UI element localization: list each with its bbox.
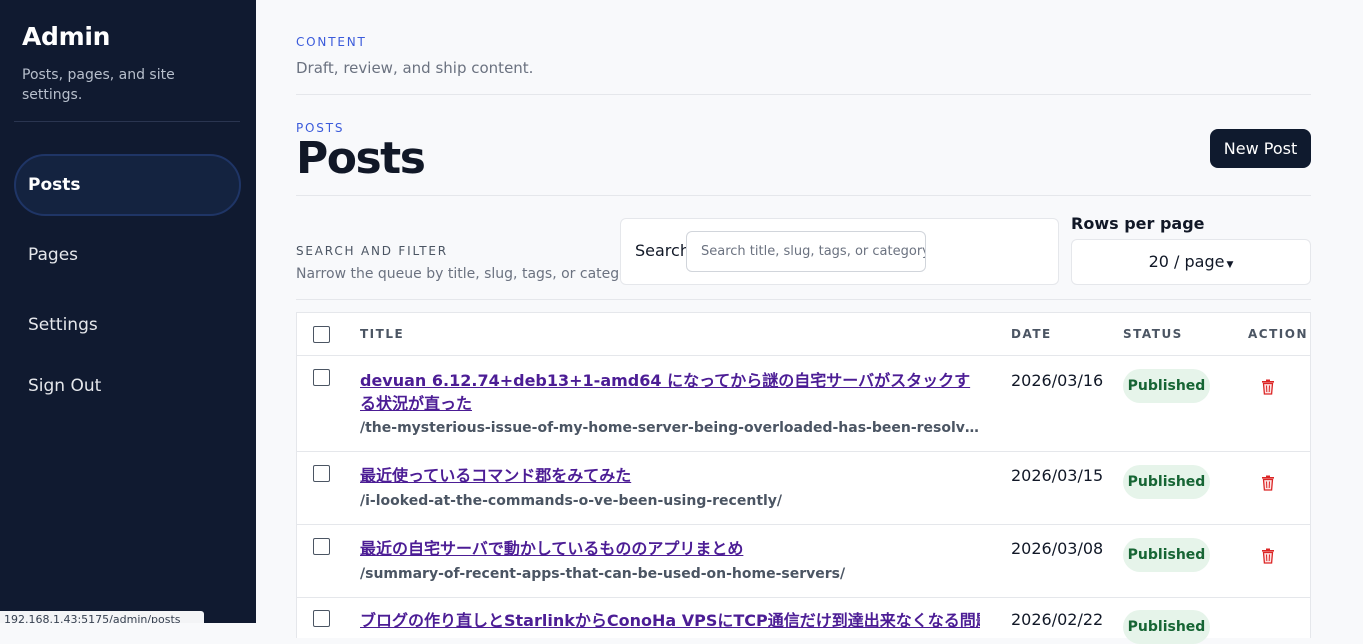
post-title-link[interactable]: ブログの作り直しとStarlinkからConoHa VPSにTCP通信だけ到達出… [360,609,980,632]
post-date: 2026/03/15 [1011,466,1103,485]
column-action: ACTION [1248,327,1308,341]
page-title: Posts [296,133,424,184]
rows-per-page-select[interactable]: 20 / page▼ [1071,239,1311,285]
trash-icon[interactable] [1261,379,1275,395]
brand-subtitle: Posts, pages, and site settings. [22,65,212,105]
sidebar-item-pages[interactable]: Pages [14,224,241,286]
column-date: DATE [1011,327,1052,341]
filter-description: Narrow the queue by title, slug, tags, o… [296,266,644,282]
section-eyebrow: CONTENT [296,35,1311,49]
new-post-button[interactable]: New Post [1210,129,1311,168]
table-row: 最近使っているコマンド郡をみてみた /i-looked-at-the-comma… [297,452,1310,525]
main-content: CONTENT Draft, review, and ship content.… [296,0,1311,623]
caret-down-icon: ▼ [1226,260,1233,270]
status-badge: Published [1123,369,1210,403]
filter-bar: SEARCH AND FILTER Narrow the queue by ti… [296,196,1311,298]
search-panel: Search [620,218,1059,285]
sidebar-item-settings[interactable]: Settings [14,294,241,356]
column-title: TITLE [360,327,404,341]
posts-table: TITLE DATE STATUS ACTION devuan 6.12.74+… [296,312,1311,638]
row-checkbox[interactable] [313,538,330,555]
section-subtitle: Draft, review, and ship content. [296,59,1311,77]
trash-icon[interactable] [1261,475,1275,491]
posts-header: POSTS Posts New Post [296,95,1311,195]
trash-icon[interactable] [1261,548,1275,564]
row-checkbox[interactable] [313,465,330,482]
post-slug: /summary-of-recent-apps-that-can-be-used… [360,566,980,582]
post-slug: /i-looked-at-the-commands-o-ve-been-usin… [360,493,980,509]
rows-per-page-label: Rows per page [1071,214,1205,233]
sidebar-divider [14,121,240,122]
table-row: ブログの作り直しとStarlinkからConoHa VPSにTCP通信だけ到達出… [297,598,1310,638]
filter-label: SEARCH AND FILTER [296,244,448,258]
rows-per-page-value: 20 / page [1149,252,1225,271]
brand-title: Admin [22,22,242,51]
table-row: devuan 6.12.74+deb13+1-amd64 になってから謎の自宅サ… [297,356,1310,452]
status-badge: Published [1123,538,1210,572]
table-row: 最近の自宅サーバで動かしているもののアプリまとめ /summary-of-rec… [297,525,1310,598]
divider [296,299,1311,300]
status-badge: Published [1123,610,1210,644]
search-input[interactable] [686,231,926,272]
search-label: Search [635,241,690,260]
status-bar-url: 192.168.1.43:5175/admin/posts [0,611,204,623]
row-checkbox[interactable] [313,610,330,627]
post-slug: /the-mysterious-issue-of-my-home-server-… [360,420,980,436]
table-header: TITLE DATE STATUS ACTION [297,313,1310,356]
select-all-checkbox[interactable] [313,326,330,343]
post-title-link[interactable]: 最近使っているコマンド郡をみてみた [360,464,980,487]
post-title-link[interactable]: devuan 6.12.74+deb13+1-amd64 になってから謎の自宅サ… [360,369,980,415]
post-title-link[interactable]: 最近の自宅サーバで動かしているもののアプリまとめ [360,537,980,560]
status-badge: Published [1123,465,1210,499]
post-date: 2026/03/08 [1011,539,1103,558]
post-date: 2026/02/22 [1011,610,1103,629]
sidebar: Admin Posts, pages, and site settings. P… [0,0,256,623]
column-status: STATUS [1123,327,1183,341]
sidebar-nav: Posts Pages Settings Sign Out [14,154,242,408]
post-date: 2026/03/16 [1011,371,1103,390]
sidebar-item-posts[interactable]: Posts [14,154,241,216]
sidebar-item-sign-out[interactable]: Sign Out [14,364,241,408]
row-checkbox[interactable] [313,369,330,386]
